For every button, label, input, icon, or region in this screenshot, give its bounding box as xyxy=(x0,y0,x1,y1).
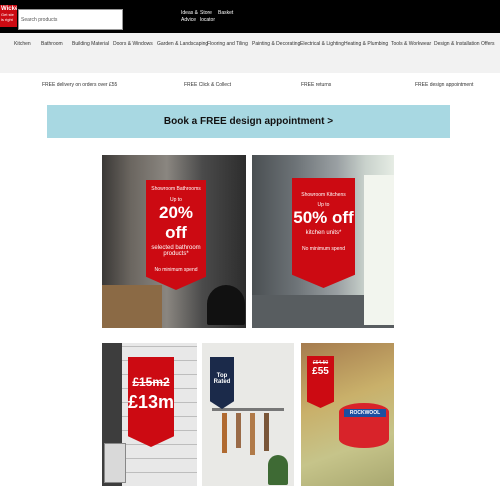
nav-item-bathroom[interactable]: Bathroom xyxy=(41,41,63,47)
nav-item-design[interactable]: Design & Installation xyxy=(434,41,480,47)
new-price: £55 xyxy=(312,366,329,377)
bathroom-offer-tag: Showroom Bathrooms Up to 20% off selecte… xyxy=(146,180,206,290)
utensil-1 xyxy=(222,413,227,453)
design-appointment-banner[interactable]: Book a FREE design appointment > xyxy=(47,105,450,138)
ideas-advice-link[interactable]: Ideas & Advice xyxy=(181,10,198,24)
rockwool-label: ROCKWOOL xyxy=(344,409,386,417)
toaster-shape xyxy=(104,443,126,483)
tiles-price-tag: £15m2 £13m2 xyxy=(128,357,174,447)
tag-discount: 50% off xyxy=(293,208,354,227)
wickes-logo[interactable]: Wickes Get ste is right xyxy=(0,5,17,27)
logo-tagline: Get ste is right xyxy=(1,12,14,22)
plant xyxy=(268,455,288,485)
tag-desc: kitchen units* xyxy=(305,230,342,236)
nav-item-tools[interactable]: Tools & Workwear xyxy=(391,41,431,47)
nav-item-building[interactable]: Building Material xyxy=(72,41,109,47)
insulation-price-tag: £64.50 £55 xyxy=(307,356,334,408)
nav-item-heating[interactable]: Heating & Plumbing xyxy=(344,41,388,47)
promo-bathrooms[interactable]: Showroom Bathrooms Up to 20% off selecte… xyxy=(102,155,246,328)
store-locator-link[interactable]: Store locator xyxy=(200,10,215,24)
utensil-4 xyxy=(264,413,269,451)
category-nav: Kitchen Bathroom Building Material Doors… xyxy=(0,33,500,73)
nav-item-offers[interactable]: Offers xyxy=(481,41,495,47)
usp-design[interactable]: FREE design appointment xyxy=(415,82,473,88)
old-price: £15m2 xyxy=(132,375,170,389)
promo-tiles[interactable]: £15m2 £13m2 xyxy=(102,343,197,486)
tag-discount: 20% off xyxy=(158,203,194,242)
kitchen-offer-tag: Showroom Kitchens Up to 50% off kitchen … xyxy=(292,178,355,288)
nav-item-flooring[interactable]: Flooring and Tiling xyxy=(207,41,248,47)
tag-note: No minimum spend xyxy=(154,267,198,273)
promo-insulation[interactable]: ROCKWOOL £64.50 £55 xyxy=(301,343,394,486)
usp-returns[interactable]: FREE returns xyxy=(301,82,331,88)
basket-link[interactable]: Basket xyxy=(218,10,233,17)
nav-item-painting[interactable]: Painting & Decorating xyxy=(252,41,300,47)
nav-item-kitchen[interactable]: Kitchen xyxy=(14,41,31,47)
promo-kitchens[interactable]: Showroom Kitchens Up to 50% off kitchen … xyxy=(252,155,394,328)
tag-note: No minimum spend xyxy=(301,246,346,252)
search-input[interactable]: Search products xyxy=(18,9,123,30)
promo-top-rated[interactable]: Top Rated xyxy=(202,343,294,486)
top-rated-flag: Top Rated xyxy=(210,357,234,409)
usp-click-collect[interactable]: FREE Click & Collect xyxy=(184,82,231,88)
usp-delivery[interactable]: FREE delivery on orders over £55 xyxy=(42,82,117,88)
nav-item-garden[interactable]: Garden & Landscaping xyxy=(157,41,208,47)
new-price: £13m2 xyxy=(128,392,185,412)
toilet-shape xyxy=(207,285,245,325)
insulation-roll: ROCKWOOL xyxy=(339,403,389,448)
nav-item-doors[interactable]: Doors & Windows xyxy=(113,41,153,47)
utensil-3 xyxy=(250,413,255,455)
tag-desc: selected bathroom products* xyxy=(151,245,201,257)
window-light xyxy=(364,175,394,325)
top-bar: Wickes Get ste is right Search products … xyxy=(0,0,500,33)
tag-title: Showroom Kitchens xyxy=(301,192,346,198)
nav-item-electrical[interactable]: Electrical & Lighting xyxy=(300,41,344,47)
tag-title: Showroom Bathrooms xyxy=(151,186,201,192)
utensil-2 xyxy=(236,413,241,448)
floor-wood xyxy=(102,285,162,328)
